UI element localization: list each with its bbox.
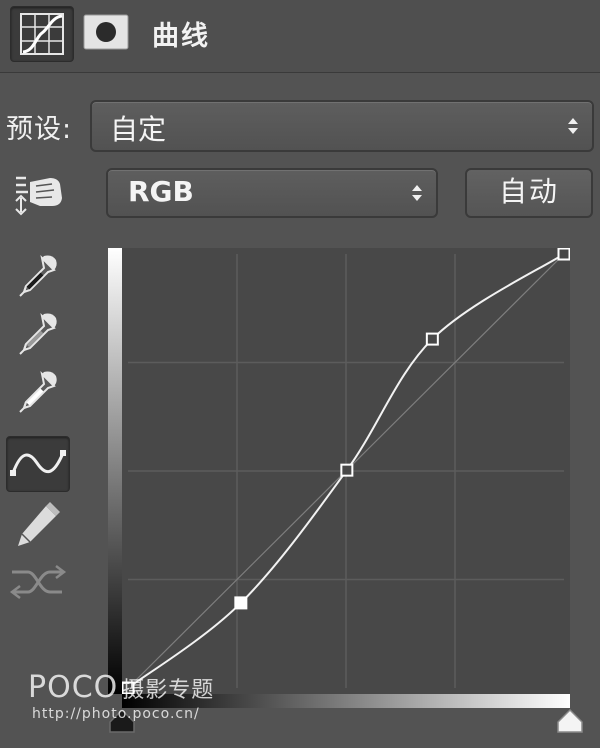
watermark-subtitle: 摄影专题 <box>122 678 215 703</box>
preset-select-value: 自定 <box>110 113 167 146</box>
select-arrows-icon <box>568 118 578 134</box>
layer-mask-icon <box>83 14 129 50</box>
curve-graph[interactable] <box>122 248 570 694</box>
preset-label: 预设: <box>6 114 73 145</box>
white-input-slider[interactable] <box>556 708 584 734</box>
auto-button[interactable]: 自动 <box>465 168 593 218</box>
channel-select-value: RGB <box>128 175 194 208</box>
white-point-eyedropper-icon <box>19 370 57 413</box>
channel-select[interactable]: RGB <box>106 168 438 218</box>
panel-header: 曲线 <box>0 0 600 73</box>
edit-points-tool[interactable] <box>6 436 70 492</box>
draw-pencil-icon <box>18 502 60 546</box>
targeted-adjustment-hand-icon <box>15 176 62 216</box>
curve-control-point[interactable] <box>234 596 248 610</box>
smooth-tool[interactable] <box>6 558 68 612</box>
preset-select[interactable]: 自定 <box>90 100 594 152</box>
output-gradient-bar <box>108 248 122 694</box>
gray-point-eyedropper-tool[interactable] <box>6 308 68 362</box>
curves-tool-button[interactable] <box>10 6 74 62</box>
smooth-curve-icon <box>9 565 67 599</box>
curve-control-point[interactable] <box>340 463 354 477</box>
curve-control-point[interactable] <box>557 248 570 261</box>
curve-plot[interactable] <box>122 248 570 694</box>
watermark-logo: POCO 摄影专题 <box>28 670 214 705</box>
pencil-tool[interactable] <box>6 500 68 554</box>
edit-curve-points-icon <box>10 450 66 476</box>
select-arrows-icon <box>412 185 422 201</box>
targeted-adjustment-tool[interactable] <box>6 168 68 222</box>
watermark-url: http://photo.poco.cn/ <box>32 706 200 722</box>
panel-title: 曲线 <box>152 21 210 52</box>
black-point-eyedropper-tool[interactable] <box>6 250 68 304</box>
white-point-eyedropper-tool[interactable] <box>6 366 68 420</box>
layer-mask-button[interactable] <box>82 12 130 52</box>
gray-point-eyedropper-icon <box>19 312 57 355</box>
curve-control-point[interactable] <box>425 332 439 346</box>
curves-adjustment-icon <box>20 13 64 55</box>
black-point-eyedropper-icon <box>19 254 57 297</box>
watermark-logo-text: POCO <box>28 670 119 705</box>
